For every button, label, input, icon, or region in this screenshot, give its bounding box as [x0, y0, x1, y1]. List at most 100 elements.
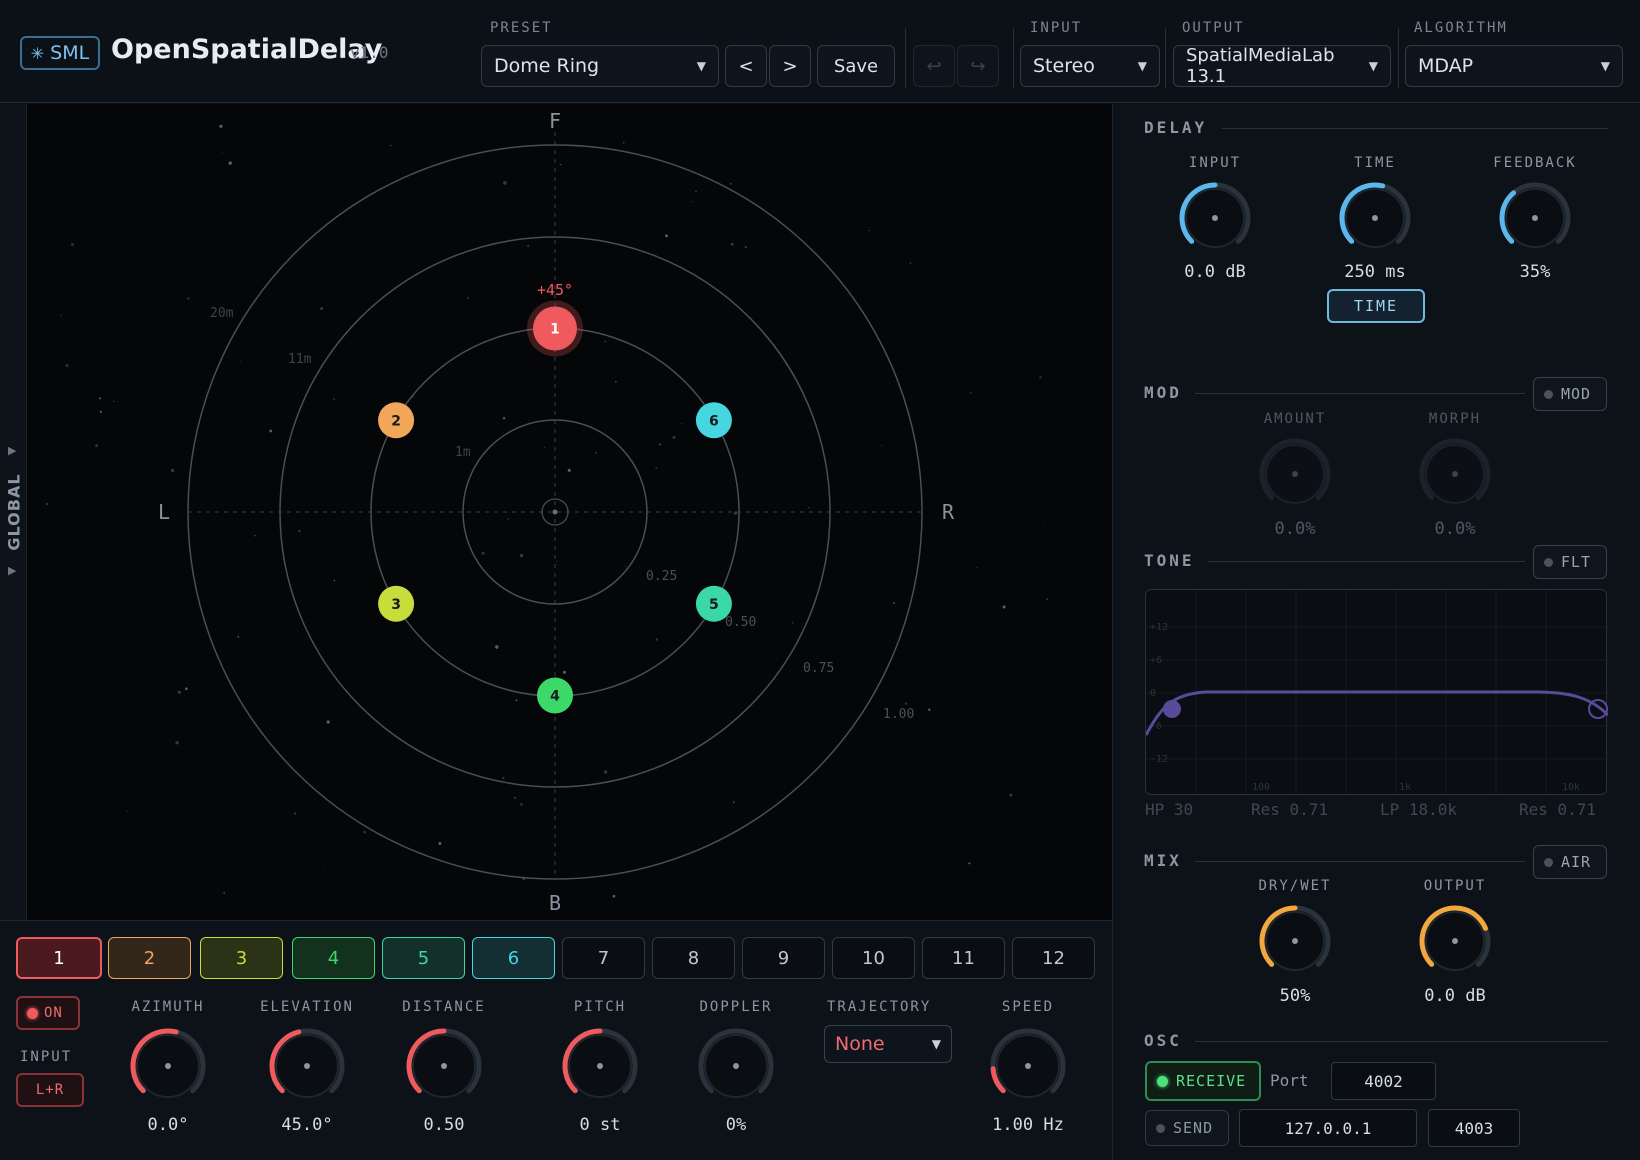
doppler-knob[interactable] [693, 1023, 779, 1109]
knob-label: OUTPUT [1423, 878, 1487, 894]
knob-value: 0.0 dB [1424, 986, 1486, 1006]
star-dot [665, 234, 668, 238]
knob-label: DOPPLER [699, 999, 773, 1015]
distance-knob[interactable] [401, 1023, 487, 1109]
star-dot [567, 468, 571, 472]
filter-toggle[interactable]: FLT [1533, 545, 1607, 579]
lp-frequency: LP 18.0k [1380, 800, 1458, 819]
input-knob[interactable] [1174, 177, 1256, 259]
star-dot [1002, 605, 1006, 609]
divider [1195, 393, 1525, 394]
output-knob[interactable] [1414, 900, 1496, 982]
amount-knob[interactable] [1254, 433, 1336, 515]
osc-send-port-field[interactable]: 4003 [1428, 1109, 1520, 1147]
source-5[interactable]: 5 [695, 585, 732, 622]
star-dot [515, 699, 518, 702]
knob-value: 45.0° [281, 1115, 333, 1135]
spatial-visualizer[interactable]: F B L R 20m 11m 1m 0.25 0.50 0.75 1.00 +… [27, 104, 1112, 920]
channel-tab-11[interactable]: 11 [922, 937, 1005, 979]
output-dropdown[interactable]: SpatialMediaLab 13.1 ▼ [1173, 45, 1391, 87]
source-1[interactable]: 1 [527, 300, 583, 357]
source-3[interactable]: 3 [378, 585, 415, 622]
spatial-canvas[interactable]: F B L R 20m 11m 1m 0.25 0.50 0.75 1.00 +… [27, 104, 1112, 920]
channel-tab-2[interactable]: 2 [108, 937, 191, 979]
channel-tab-4[interactable]: 4 [292, 937, 375, 979]
divider [1208, 561, 1525, 562]
channel-tab-1[interactable]: 1 [16, 937, 102, 979]
knob-value: 0.0° [147, 1115, 189, 1135]
divider [1165, 28, 1166, 88]
redo-button[interactable]: ↪ [957, 45, 999, 87]
osc-receive-toggle[interactable]: RECEIVE [1145, 1061, 1261, 1101]
lp-handle[interactable] [1588, 699, 1608, 719]
dry-wet-knob[interactable] [1254, 900, 1336, 982]
algorithm-dropdown[interactable]: MDAP ▼ [1405, 45, 1623, 87]
time-sync-button[interactable]: TIME [1327, 289, 1425, 323]
asterisk-icon: ✳ [30, 43, 45, 63]
input-value: Stereo [1033, 55, 1095, 77]
star-dot [502, 417, 506, 420]
star-dot [363, 830, 366, 834]
channel-tab-9[interactable]: 9 [742, 937, 825, 979]
channel-tab-7[interactable]: 7 [562, 937, 645, 979]
source-4[interactable]: 4 [537, 677, 573, 714]
source-2[interactable]: 2 [378, 402, 415, 439]
divider [1013, 28, 1014, 88]
delay-section-title: DELAY [1144, 118, 1208, 137]
time-knob[interactable] [1334, 177, 1416, 259]
star-dot [527, 245, 530, 248]
input-dropdown[interactable]: Stereo ▼ [1020, 45, 1160, 87]
air-toggle[interactable]: AIR [1533, 845, 1607, 879]
trajectory-dropdown[interactable]: None ▼ [824, 1025, 952, 1063]
channel-tab-3[interactable]: 3 [200, 937, 283, 979]
source-number: 4 [550, 689, 560, 705]
hp-frequency: HP 30 [1145, 800, 1194, 819]
star-dot [294, 812, 297, 815]
star-dot [928, 708, 931, 711]
star-dot [604, 770, 608, 774]
undo-button[interactable]: ↩ [913, 45, 955, 87]
mod-toggle[interactable]: MOD [1533, 377, 1607, 411]
pitch-knob[interactable] [557, 1023, 643, 1109]
channel-tab-5[interactable]: 5 [382, 937, 465, 979]
morph-knob[interactable] [1414, 433, 1496, 515]
channel-input-button[interactable]: L+R [16, 1073, 84, 1107]
channel-tab-8[interactable]: 8 [652, 937, 735, 979]
star-dot [112, 400, 115, 403]
elevation-knob[interactable] [264, 1023, 350, 1109]
channel-tab-12[interactable]: 12 [1012, 937, 1095, 979]
channel-tab-6[interactable]: 6 [472, 937, 555, 979]
ring-label: 1m [455, 445, 471, 460]
speed-knob[interactable] [985, 1023, 1071, 1109]
preset-value: Dome Ring [494, 55, 600, 77]
channel-on-toggle[interactable]: ON [16, 996, 80, 1030]
divider [1195, 861, 1525, 862]
star-dot [323, 869, 325, 871]
status-dot [1157, 1075, 1168, 1087]
osc-send-toggle[interactable]: SEND [1145, 1110, 1229, 1146]
hp-handle[interactable] [1163, 700, 1181, 718]
caret-down-icon: ▼ [1368, 59, 1378, 73]
knob-value: 0.0 dB [1184, 262, 1246, 282]
star-dot [909, 262, 912, 264]
knob-value: 250 ms [1344, 262, 1406, 282]
star-dot [1044, 524, 1046, 526]
redo-icon: ↪ [970, 55, 986, 77]
channel-input-label: INPUT [20, 1049, 73, 1065]
source-6[interactable]: 6 [695, 402, 732, 439]
azimuth-knob[interactable] [125, 1023, 211, 1109]
front-label: F [549, 109, 561, 133]
channel-tab-10[interactable]: 10 [832, 937, 915, 979]
filter-graph[interactable]: +12 +6 0 -6 -12 100 1k 10k [1144, 589, 1610, 796]
osc-receive-port-field[interactable]: 4002 [1331, 1062, 1436, 1100]
freq-tick: 10k [1562, 782, 1580, 793]
save-button[interactable]: Save [817, 45, 895, 87]
osc-send-ip-field[interactable]: 127.0.0.1 [1239, 1109, 1417, 1147]
prev-preset-button[interactable]: < [725, 45, 767, 87]
feedback-knob[interactable] [1494, 177, 1576, 259]
star-dot [219, 124, 223, 128]
preset-dropdown[interactable]: Dome Ring ▼ [481, 45, 719, 87]
ring-label: 0.25 [646, 569, 677, 584]
star-dot [1046, 598, 1048, 601]
next-preset-button[interactable]: > [769, 45, 811, 87]
